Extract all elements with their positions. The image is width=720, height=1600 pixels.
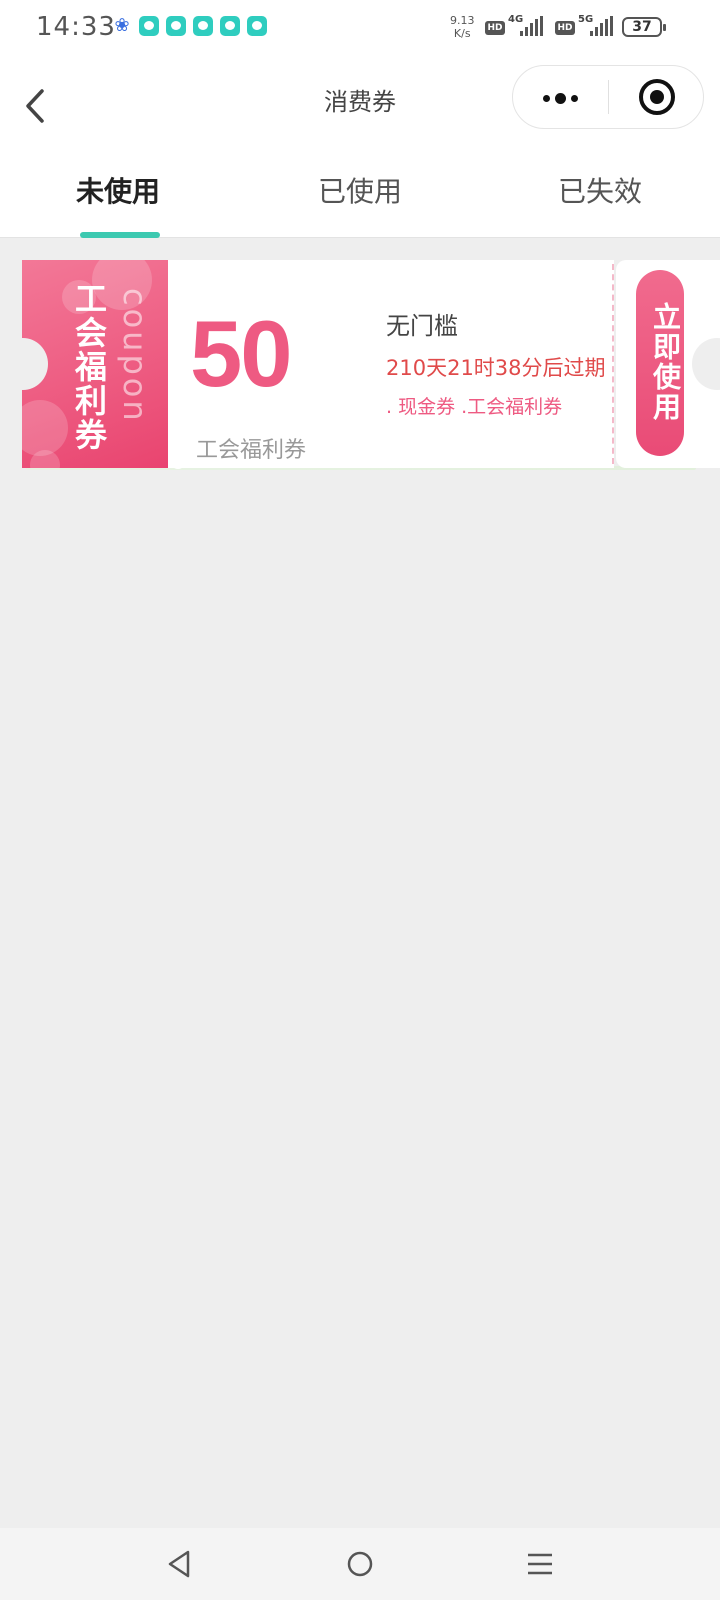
hd-badge: HD xyxy=(485,21,505,35)
net-speed-unit: K/s xyxy=(453,27,471,40)
notification-icons: ❀ xyxy=(112,15,267,37)
triangle-back-icon xyxy=(168,1550,190,1578)
more-dot-icon xyxy=(555,93,566,104)
use-now-button[interactable]: 立即使用 xyxy=(636,270,684,456)
system-nav-bar xyxy=(0,1528,720,1600)
signal-icon xyxy=(520,16,543,36)
more-button[interactable] xyxy=(513,66,609,128)
network-speed: 9.13 K/s xyxy=(450,14,475,40)
tab-bar: 未使用 已使用 已失效 xyxy=(0,140,720,238)
baidu-icon: ❀ xyxy=(114,15,130,36)
dashed-divider xyxy=(612,264,614,464)
tab-used[interactable]: 已使用 xyxy=(280,170,440,210)
coupon-amount: 50 xyxy=(190,301,293,406)
coupon-body: 50 工会福利券 无门槛 210天21时38分后过期 . 现金券 .工会福利券 xyxy=(168,260,614,468)
chat-icon xyxy=(139,16,159,36)
chat-icon xyxy=(166,16,186,36)
tab-expired[interactable]: 已失效 xyxy=(520,170,680,210)
close-mini-program-button[interactable] xyxy=(609,66,705,128)
coupon-name: 工会福利券 xyxy=(196,438,307,463)
signal-icon xyxy=(590,16,613,36)
coupon-notch xyxy=(692,338,720,390)
nav-home-button[interactable] xyxy=(340,1544,380,1584)
coupon-watermark: coupon xyxy=(116,288,154,424)
chat-icon xyxy=(220,16,240,36)
decor-bubble xyxy=(22,400,68,456)
net-speed-value: 9.13 xyxy=(450,14,475,27)
coupon-right-stub: 立即使用 xyxy=(616,260,720,468)
more-dot-icon xyxy=(571,95,578,102)
decor-bubble xyxy=(30,450,60,468)
coupon-expiry: 210天21时38分后过期 xyxy=(386,356,606,380)
status-time: 14:33 xyxy=(36,12,116,42)
coupon-tags: . 现金券 .工会福利券 xyxy=(386,396,563,418)
coupon-side-label: 工会福利券 xyxy=(70,282,108,452)
coupon-left-stub: 工会福利券 coupon xyxy=(22,260,168,468)
more-dot-icon xyxy=(543,95,550,102)
tab-unused[interactable]: 未使用 xyxy=(38,170,198,210)
battery-icon: 37 xyxy=(622,17,666,37)
coupon-card[interactable]: 工会福利券 coupon 50 工会福利券 无门槛 210天21时38分后过期 … xyxy=(22,260,720,470)
target-dot xyxy=(650,90,664,104)
circle-home-icon xyxy=(347,1551,373,1577)
status-bar: 14:33 ❀ 9.13 K/s HD 4G HD 5G 37 xyxy=(0,0,720,54)
hd-badge: HD xyxy=(555,21,575,35)
chat-icon xyxy=(193,16,213,36)
coupon-notch xyxy=(22,338,48,390)
chat-icon xyxy=(247,16,267,36)
nav-menu-button[interactable] xyxy=(520,1544,560,1584)
menu-icon xyxy=(528,1553,552,1575)
mini-program-capsule xyxy=(512,65,704,129)
active-tab-indicator xyxy=(80,232,160,238)
use-now-label: 立即使用 xyxy=(649,302,682,422)
nav-back-button[interactable] xyxy=(160,1544,200,1584)
coupon-threshold: 无门槛 xyxy=(386,312,458,340)
